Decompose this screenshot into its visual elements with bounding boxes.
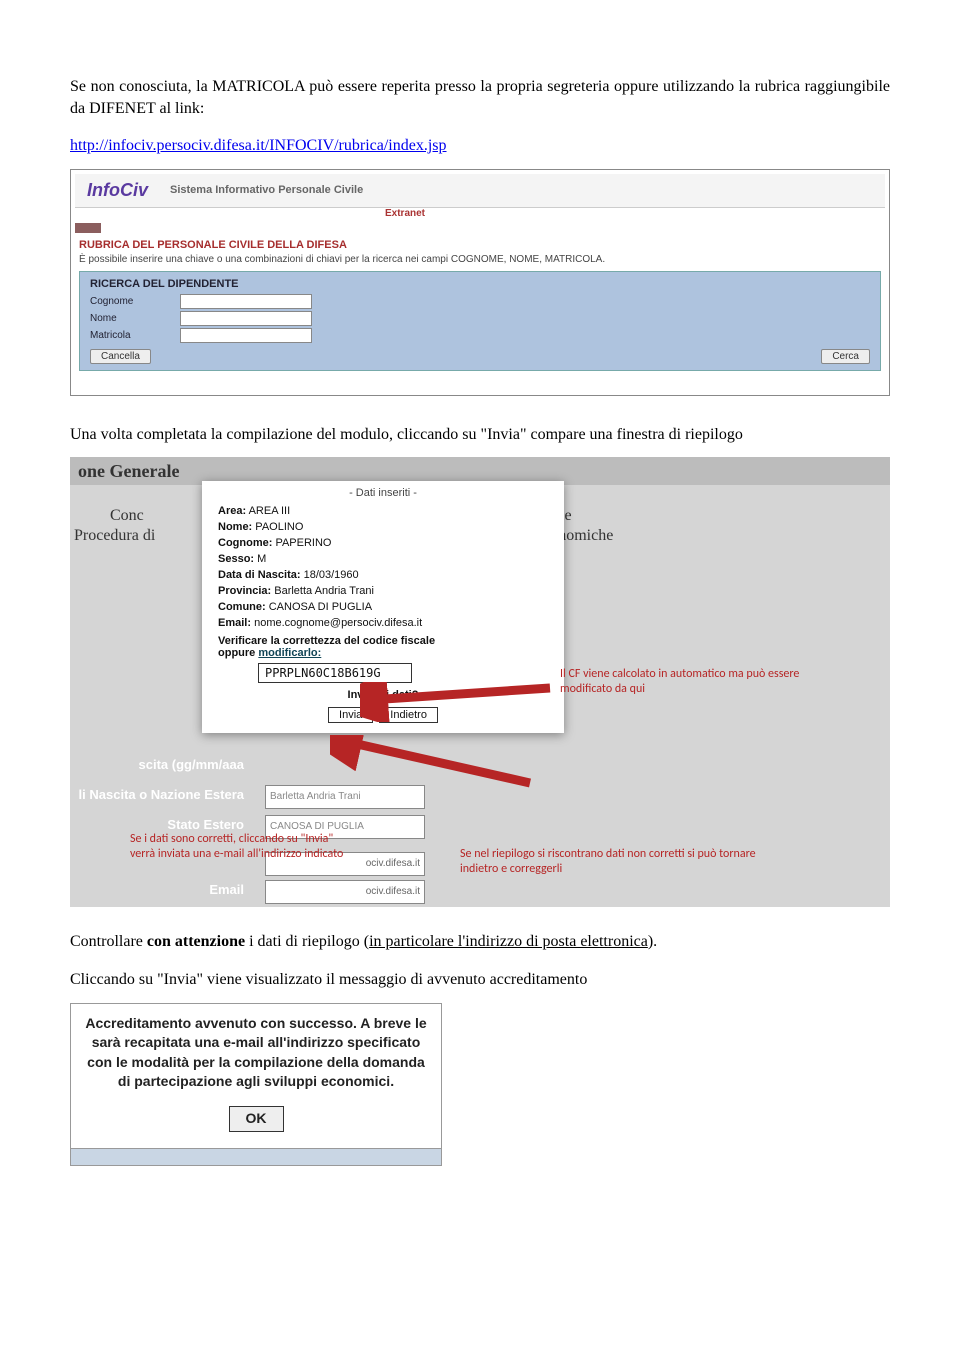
bg-sub2: Procedura di (74, 527, 155, 545)
bg-input-nascita[interactable]: Barletta Andria Trani (265, 785, 425, 809)
indietro-button[interactable]: Indietro (379, 707, 438, 723)
label-nome: Nome (90, 313, 180, 324)
after-para-2: Cliccando su "Invia" viene visualizzato … (70, 969, 890, 991)
label-cognome: Cognome (90, 296, 180, 307)
cognome-value: PAPERINO (275, 537, 331, 549)
bg-label-email: Email (70, 882, 244, 897)
infociv-logo: InfoCiv (81, 176, 154, 205)
after-para-1: Controllare con attenzione i dati di rie… (70, 931, 890, 953)
cancel-button[interactable]: Cancella (90, 349, 151, 364)
extranet-label: Extranet (385, 208, 885, 219)
home-tab[interactable] (75, 223, 101, 233)
annotation-cf: Il CF viene calcolato in automatico ma p… (560, 667, 810, 697)
sesso-label: Sesso: (218, 553, 254, 565)
riepilogo-screenshot: one Generale Conc Procedura di civile ec… (70, 457, 890, 907)
input-matricola[interactable] (180, 328, 312, 343)
mid-paragraph: Una volta completata la compilazione del… (70, 424, 890, 446)
area-value: AREA III (249, 505, 291, 517)
email-value: nome.cognome@persociv.difesa.it (254, 617, 422, 629)
comune-value: CANOSA DI PUGLIA (269, 601, 372, 613)
invia-button[interactable]: Invia (328, 707, 373, 723)
rubrica-title: RUBRICA DEL PERSONALE CIVILE DELLA DIFES… (79, 239, 885, 251)
cf-instruction-2: oppure (218, 647, 258, 659)
bg-title: one Generale (78, 461, 179, 482)
nome-label: Nome: (218, 521, 252, 533)
bg-input-email2[interactable]: ociv.difesa.it (265, 880, 425, 904)
cf-instruction-1: Verificare la correttezza del codice fis… (218, 635, 435, 647)
email-label: Email: (218, 617, 251, 629)
bg-sub1: Conc (110, 507, 144, 525)
cognome-label: Cognome: (218, 537, 272, 549)
search-panel-title: RICERCA DEL DIPENDENTE (90, 278, 870, 290)
datanascita-value: 18/03/1960 (304, 569, 359, 581)
input-cognome[interactable] (180, 294, 312, 309)
infociv-subtitle: Sistema Informativo Personale Civile (170, 184, 363, 196)
search-button[interactable]: Cerca (821, 349, 870, 364)
nome-value: PAOLINO (255, 521, 303, 533)
infociv-screenshot: InfoCiv Sistema Informativo Personale Ci… (70, 169, 890, 396)
send-question: Inviare i dati? (218, 689, 548, 701)
datanascita-label: Data di Nascita: (218, 569, 301, 581)
annotation-indietro: Se nel riepilogo si riscontrano dati non… (460, 847, 770, 877)
intro-paragraph: Se non conosciuta, la MATRICOLA può esse… (70, 76, 890, 119)
sesso-value: M (257, 553, 266, 565)
ok-button[interactable]: OK (229, 1106, 284, 1132)
comune-label: Comune: (218, 601, 266, 613)
intro-link-para: http://infociv.persociv.difesa.it/INFOCI… (70, 135, 890, 157)
cf-modify-link[interactable]: modificarlo: (258, 647, 321, 659)
bg-label-scita: scita (gg/mm/aaa (70, 757, 244, 772)
bg-label-stato: Stato Estero (70, 817, 244, 832)
bg-label-nascita: li Nascita o Nazione Estera (70, 787, 244, 802)
annotation-invia: Se i dati sono corretti, cliccando su "I… (130, 832, 360, 862)
area-label: Area: (218, 505, 246, 517)
modal-header: - Dati inseriti - (218, 487, 548, 499)
provincia-label: Provincia: (218, 585, 271, 597)
cf-input[interactable]: PPRPLN60C18B619G (258, 663, 412, 683)
rubrica-link[interactable]: http://infociv.persociv.difesa.it/INFOCI… (70, 137, 447, 154)
success-screenshot: Accreditamento avvenuto con successo. A … (70, 1003, 442, 1166)
search-panel: RICERCA DEL DIPENDENTE Cognome Nome Matr… (79, 271, 881, 371)
success-message: Accreditamento avvenuto con successo. A … (85, 1015, 426, 1090)
rubrica-desc: È possibile inserire una chiave o una co… (79, 254, 885, 265)
input-nome[interactable] (180, 311, 312, 326)
summary-modal: - Dati inseriti - Area: AREA III Nome: P… (202, 481, 564, 733)
label-matricola: Matricola (90, 330, 180, 341)
provincia-value: Barletta Andria Trani (274, 585, 374, 597)
